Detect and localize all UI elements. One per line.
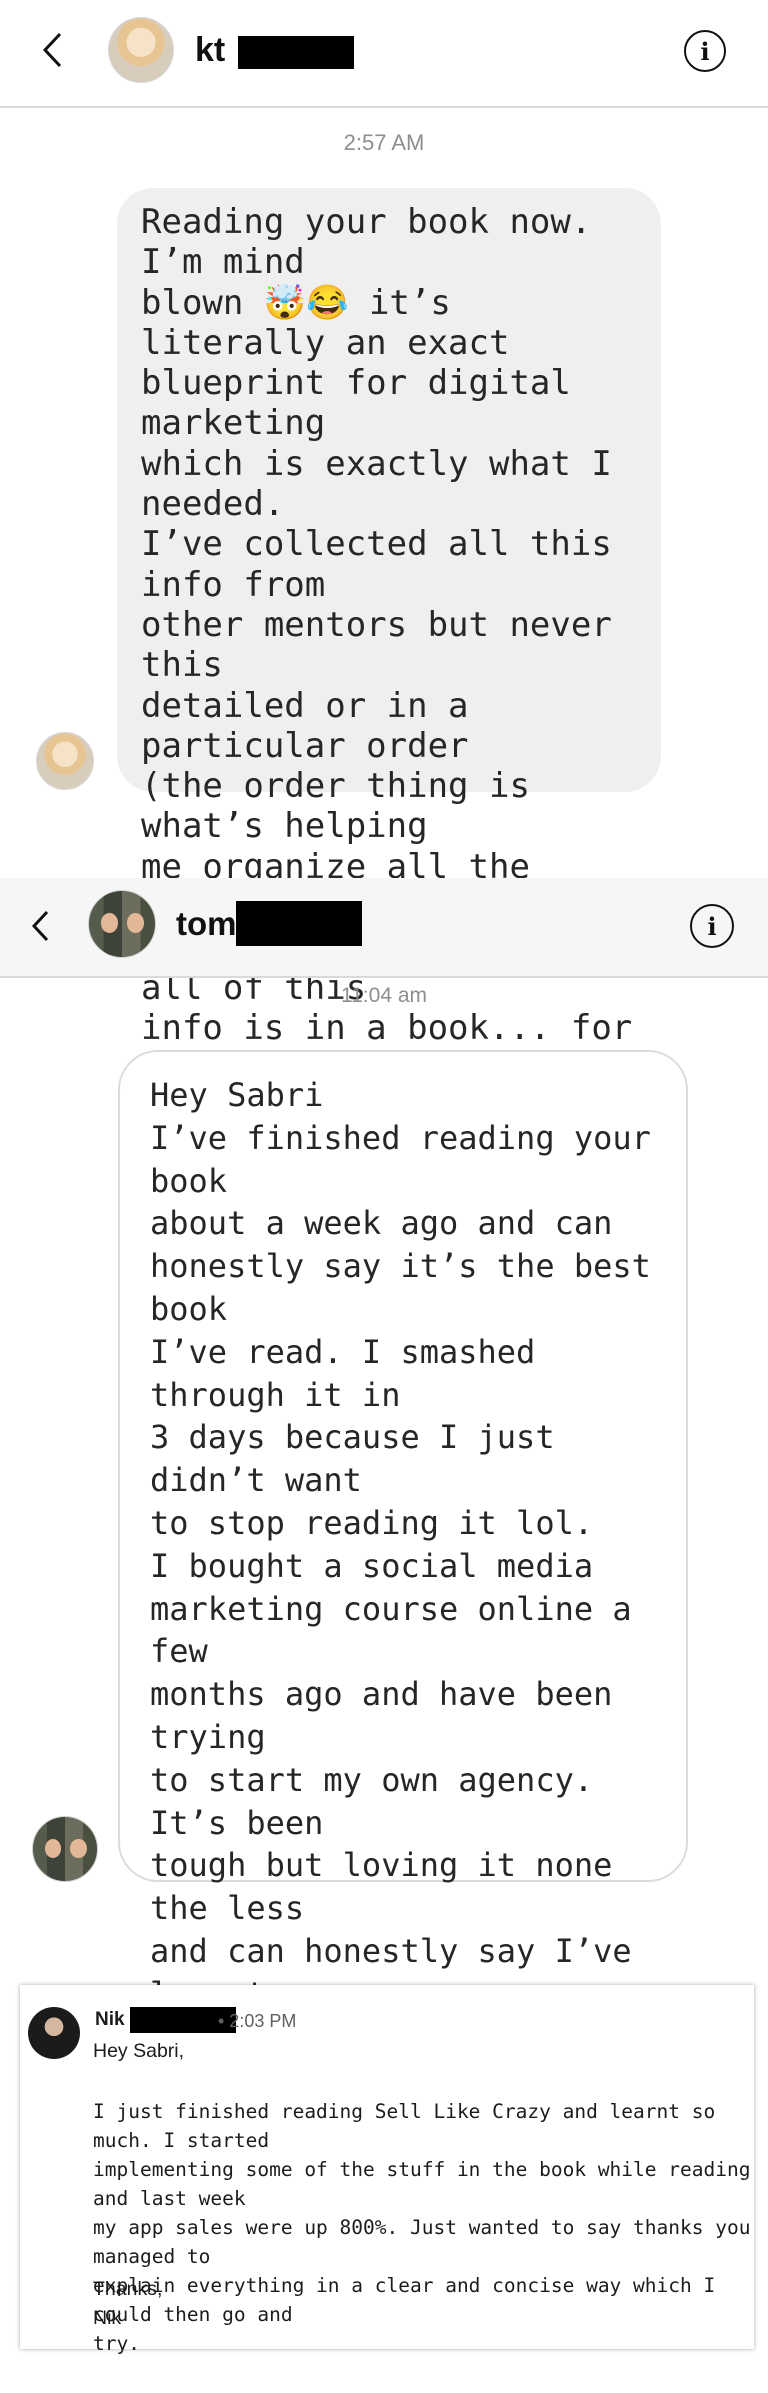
message-line: Reading your book now. I’m mind (141, 202, 612, 283)
info-button[interactable]: i (684, 30, 726, 72)
greeting: Hey Sabri, (93, 2040, 185, 2062)
info-circle-icon: i (700, 36, 710, 66)
message-line: I’ve collected all this info from (141, 524, 633, 605)
chevron-left-icon (31, 910, 49, 942)
redaction-bar (236, 901, 362, 946)
message-line: Hey Sabri (150, 1076, 324, 1114)
username[interactable]: tom (176, 904, 237, 944)
back-button[interactable] (32, 28, 72, 72)
message-timestamp: 2:57 AM (343, 130, 425, 155)
message-line: blueprint for digital marketing (141, 363, 592, 444)
message-line: marketing course online a few (150, 1589, 651, 1671)
message-line: (the order thing is what’s helping (141, 766, 551, 847)
message-line: tough but loving it none the less (150, 1846, 632, 1928)
message-line: 3 days because I just didn’t want (150, 1418, 574, 1500)
message-line: I just finished reading Sell Like Crazy … (93, 2100, 727, 2152)
message-line: about a week ago and can (150, 1204, 613, 1243)
redaction-bar (238, 36, 354, 69)
conversation-1-header: kt i (0, 0, 768, 108)
message-line: try. (93, 2332, 140, 2355)
message-line: blown 🤯😂 it’s literally an exact (141, 282, 510, 363)
message-line: to stop reading it lol. (150, 1503, 594, 1542)
message-line: explain everything in a clear and concis… (93, 2274, 727, 2326)
message-line: implementing some of the stuff in the bo… (93, 2158, 763, 2210)
back-button[interactable] (20, 904, 60, 948)
chevron-left-icon (42, 32, 62, 68)
signature: Nik (93, 2307, 122, 2329)
avatar[interactable] (88, 890, 156, 958)
message-line: months ago and have been trying (150, 1675, 632, 1756)
message-line: other mentors but never this (141, 604, 633, 686)
message-line: I bought a social media (150, 1546, 594, 1585)
message-time: • 2:03 PM (218, 2011, 297, 2031)
message-line: which is exactly what I needed. (141, 443, 633, 525)
message-line: I’ve read. I smashed through it in (150, 1332, 555, 1414)
info-circle-icon: i (707, 911, 717, 941)
sender-avatar (32, 1816, 98, 1882)
message-line: to start my own agency. It’s been (150, 1760, 613, 1842)
message-line: detailed or in a particular order (141, 685, 489, 766)
chat-message-card: Nik • 2:03 PM Hey Sabri, I just finished… (20, 1985, 754, 2355)
avatar[interactable] (108, 17, 174, 83)
conversation-2-header: tom i (0, 878, 768, 978)
message-body: I just finished reading Sell Like Crazy … (93, 2097, 753, 2358)
sender-avatar (36, 732, 94, 790)
message-line: honestly say it’s the best book (150, 1247, 671, 1328)
sender-name: Nik (95, 2009, 125, 2030)
avatar (28, 2007, 80, 2059)
message-line: I’ve finished reading your book (150, 1118, 671, 1200)
signoff: Thanks, (93, 2278, 163, 2300)
info-button[interactable]: i (690, 904, 734, 948)
message-line: my app sales were up 800%. Just wanted t… (93, 2216, 763, 2268)
username[interactable]: kt (195, 30, 225, 70)
message-timestamp: 11:04 am (341, 984, 427, 1007)
